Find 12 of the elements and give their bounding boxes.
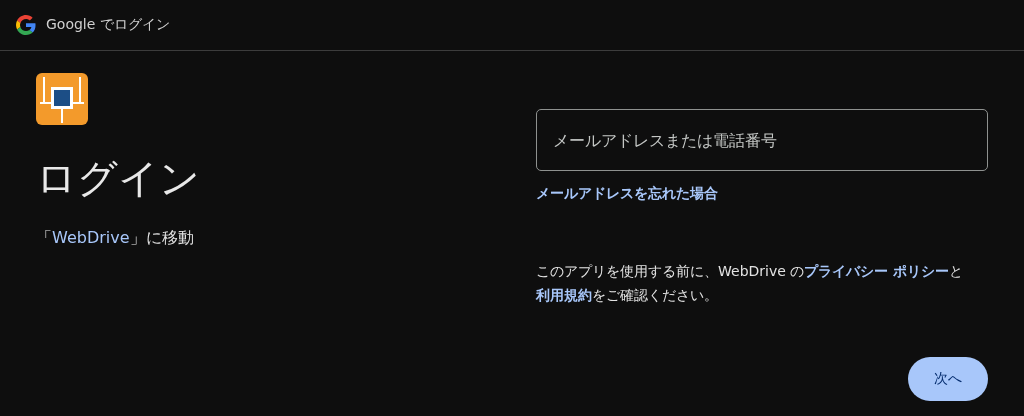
link[interactable]: WebDrive xyxy=(52,228,130,247)
page-heading: ログイン xyxy=(36,154,201,203)
forgot-email-link[interactable]: メールアドレスを忘れた場合 xyxy=(536,185,718,203)
google-logo-icon xyxy=(16,15,36,35)
app-logo-icon xyxy=(36,73,88,125)
link[interactable]: プライバシー ポリシー xyxy=(804,263,950,279)
header-title: Google でログイン xyxy=(46,16,170,34)
link[interactable]: 利用規約 xyxy=(536,287,592,303)
email-field[interactable]: メールアドレスまたは電話番号 xyxy=(536,109,988,171)
privacy-notice: このアプリを使用する前に、WebDrive のプライバシー ポリシー と 利用規約をご確認ください。 xyxy=(536,262,965,305)
subtitle: 「WebDrive」に移動 xyxy=(36,228,195,249)
next-button[interactable]: 次へ xyxy=(908,357,988,401)
